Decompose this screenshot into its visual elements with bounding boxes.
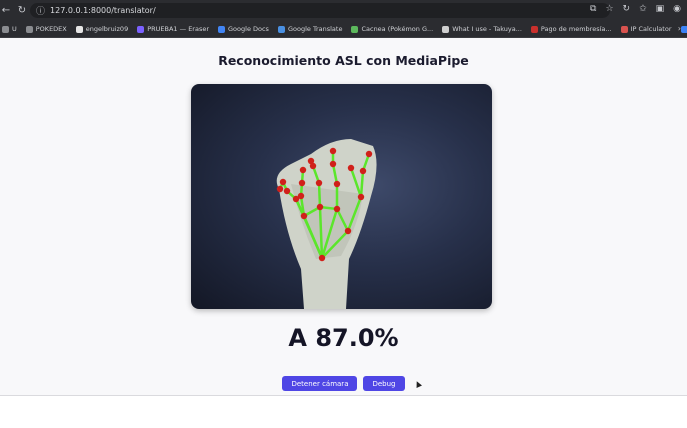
stop-camera-button[interactable]: Detener cámara [282,376,358,391]
page-title: Reconocimiento ASL con MediaPipe [218,53,469,68]
bookmark-item[interactable]: What I use - Takuya... [442,25,522,33]
bookmark-label: engelbruiz09 [85,25,129,33]
omnibox[interactable]: ⓘ 127.0.0.1:8000/translator/ [30,3,610,18]
reload-extension-icon[interactable]: ↻ [623,4,631,14]
prediction-result: A 87.0% [288,324,399,352]
bookmark-label: Pago de membresía... [540,25,612,33]
bookmark-label: POKEDEX [35,25,67,33]
controls: Detener cámara Debug [0,376,687,391]
bookmark-item[interactable]: Google Translate [277,25,343,33]
debug-button[interactable]: Debug [363,376,405,391]
bookmark-item[interactable]: IP Calculator [620,25,672,33]
bookmark-label: Google Translate [287,25,343,33]
bookmark-favicon-icon [351,25,359,33]
bookmark-favicon-icon [277,25,285,33]
hand-landmarks-overlay [276,139,377,309]
bookmark-item[interactable]: Cacnea (Pokémon G... [351,25,433,33]
page-content: Reconocimiento ASL con MediaPipe A 87.0%… [0,38,687,395]
bookmark-label: PRUEBA1 — Eraser [147,25,210,33]
bookmark-label: What I use - Takuya... [452,25,522,33]
bookmark-label: U [12,25,17,33]
reload-icon[interactable]: ↻ [16,5,28,16]
bookmark-item[interactable]: PRUEBA1 — Eraser [137,25,209,33]
blank-area [0,396,687,428]
screenshot-icon[interactable]: ▣ [656,4,665,14]
camera-feed [191,84,492,309]
bookmark-favicon-icon [137,25,145,33]
bookmark-favicon-icon [25,25,33,33]
bookmark-label: Cacnea (Pokémon G... [361,25,434,33]
extension-icon[interactable]: ⧉ [590,4,596,14]
bookmark-star-icon[interactable]: ✩ [639,4,647,14]
bookmark-item[interactable]: POKEDEX [25,25,67,33]
back-arrow-icon[interactable]: ← [0,5,12,16]
chevron-right-icon[interactable]: › [678,24,681,33]
bookmark-label: Google Docs [228,25,269,33]
bookmark-favicon-icon [75,25,83,33]
url-text[interactable]: 127.0.0.1:8000/translator/ [50,6,156,15]
browser-address-bar: ← ↻ ⓘ 127.0.0.1:8000/translator/ ⧉ ☆ ↻ ✩… [0,0,687,21]
bookmark-favicon-icon [442,25,450,33]
site-info-icon[interactable]: ⓘ [36,4,45,17]
bookmark-label: IP Calculator [630,25,672,33]
bookmarks-bar: U POKEDEX engelbruiz09 PRUEBA1 — Eraser Goog… [0,21,687,38]
bookmark-item[interactable]: U [2,25,17,33]
bookmark-item[interactable]: Pago de membresía... [530,25,612,33]
bookmark-favicon-icon [620,25,628,33]
bookmark-favicon-icon [2,25,9,33]
bookmark-favicon-icon [680,25,687,33]
bookmark-item[interactable]: Google Docs [218,25,269,33]
bookmark-item[interactable]: engelbruiz09 [75,25,129,33]
toolbar-actions: ⧉ ☆ ↻ ✩ ▣ ◉ [590,4,681,14]
profile-icon[interactable]: ◉ [673,4,681,14]
bookmark-item[interactable]: Convertir Power... [680,25,687,33]
star-icon[interactable]: ☆ [605,4,613,14]
bookmark-favicon-icon [530,25,538,33]
bookmark-favicon-icon [218,25,226,33]
